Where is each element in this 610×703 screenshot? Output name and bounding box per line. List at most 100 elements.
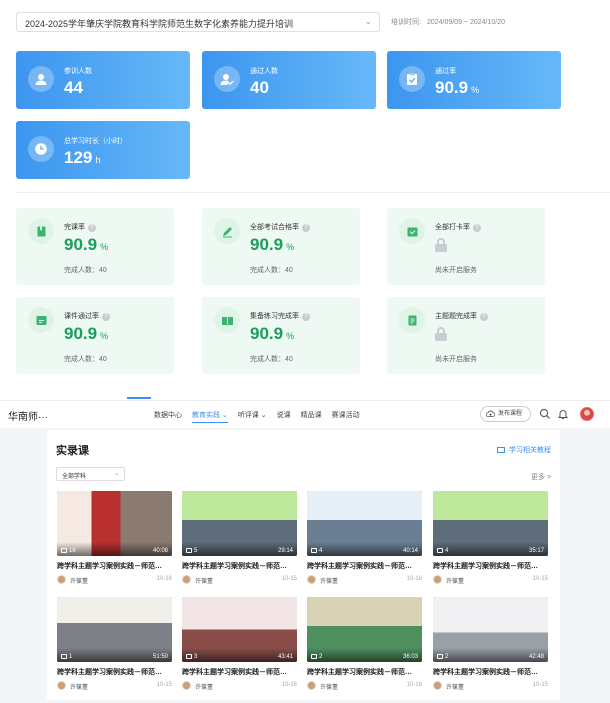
stat-value: 129 h [64,148,101,167]
cloud-upload-icon [486,410,495,417]
course-date: 10-16 [406,682,422,688]
recorded-lessons-panel: 实录课 学习相关教程 全部学科 ⌄ 更多 > 16 40:08 跨学科主题学习案例实… [47,430,560,700]
card-sub: 完成人数：40 [250,356,293,363]
card-label: 课件通过率 [64,313,99,320]
course-title[interactable]: 跨学科主题学习案例实践－师范… [182,561,297,571]
course-thumbnail[interactable]: 2 36:03 [307,597,422,662]
duration: 40:14 [402,548,418,554]
rate-card-checkin: 全部打卡率? 尚未开启服务 [387,208,545,285]
help-icon[interactable]: ? [302,313,310,321]
duration: 35:17 [528,548,544,554]
more-link[interactable]: 更多 > [531,472,551,482]
period-label: 培训时间: [391,19,421,26]
course-card[interactable]: 2 42:48 跨学科主题学习案例实践－师范… 许葆董 10-15 [433,597,548,691]
video-icon [437,654,443,659]
author-name: 许葆董 [446,579,465,585]
course-card[interactable]: 16 40:08 跨学科主题学习案例实践－师范… 许葆董 10-16 [57,491,172,585]
chevron-down-icon: ⌄ [364,16,372,26]
search-icon[interactable] [539,408,551,420]
clip-count: 4 [311,548,322,554]
person-icon [28,66,54,92]
nav-item-lesson-talk[interactable]: 说课 [277,410,291,423]
course-thumbnail[interactable]: 4 35:17 [433,491,548,556]
tutorial-link[interactable]: 学习相关教程 [497,445,551,455]
stat-card-pass-rate: 通过率 90.9% [387,51,561,109]
clip-count: 3 [186,654,197,660]
card-value: 90.9% [250,324,295,343]
author-avatar [307,681,316,690]
clip-count: 4 [437,548,448,554]
card-label: 全部考试合格率 [250,224,299,231]
author-avatar [182,681,191,690]
course-card[interactable]: 4 35:17 跨学科主题学习案例实践－师范… 许葆董 10-15 [433,491,548,585]
lock-icon [435,327,447,341]
clipboard-icon [399,66,425,92]
course-title[interactable]: 跨学科主题学习案例实践－师范… [57,667,172,677]
bell-icon[interactable] [557,408,569,420]
duration: 43:41 [277,654,293,660]
help-icon[interactable]: ? [88,224,96,232]
card-value: 90.9% [64,324,109,343]
course-title[interactable]: 跨学科主题学习案例实践－师范… [433,561,548,571]
pen-icon [214,218,240,244]
stat-card-study-hours: 总学习时长（小时） 129 h [16,121,190,179]
course-title[interactable]: 跨学科主题学习案例实践－师范… [307,667,422,677]
course-date: 10-15 [156,682,172,688]
help-icon[interactable]: ? [480,313,488,321]
stat-value: 90.9% [435,78,480,97]
author-avatar [433,681,442,690]
course-thumbnail[interactable]: 2 42:48 [433,597,548,662]
clock-icon [28,136,54,162]
rate-card-exam: 全部考试合格率? 90.9% 完成人数：40 [202,208,360,285]
course-date: 10-16 [406,576,422,582]
card-label: 全部打卡率 [435,224,470,231]
author-name: 许葆董 [446,685,465,691]
main-area: 实录课 学习相关教程 全部学科 ⌄ 更多 > 16 40:08 跨学科主题学习案例实… [0,428,610,703]
course-card[interactable]: 5 29:14 跨学科主题学习案例实践－师范… 许葆董 10-15 [182,491,297,585]
help-icon[interactable]: ? [302,224,310,232]
book-icon [28,218,54,244]
nav-item-observation[interactable]: 听评课 ⌄ [238,410,267,423]
nav-item-practice[interactable]: 教育实践 ⌄ [192,410,228,423]
nav-item-featured[interactable]: 精品课 [301,410,322,423]
course-thumbnail[interactable]: 1 51:50 [57,597,172,662]
course-thumbnail[interactable]: 4 40:14 [307,491,422,556]
course-title[interactable]: 跨学科主题学习案例实践－师范… [433,667,548,677]
course-thumbnail[interactable]: 5 29:14 [182,491,297,556]
stat-label: 总学习时长（小时） [64,138,127,145]
author-name: 许葆董 [320,579,339,585]
course-date: 10-15 [532,576,548,582]
help-icon[interactable]: ? [102,313,110,321]
course-card[interactable]: 3 43:41 跨学科主题学习案例实践－师范… 许葆董 10-16 [182,597,297,691]
stat-label: 参训人数 [64,68,92,75]
course-card[interactable]: 1 51:50 跨学科主题学习案例实践－师范… 许葆董 10-15 [57,597,172,691]
author-avatar [307,575,316,584]
course-title[interactable]: 跨学科主题学习案例实践－师范… [182,667,297,677]
clip-count: 2 [311,654,322,660]
training-select[interactable]: 2024-2025学年肇庆学院教育科学院师范生数字化素养能力提升培训 ⌄ [16,12,380,32]
video-icon [61,548,67,553]
nav-item-data-center[interactable]: 数据中心 [154,410,182,423]
course-title[interactable]: 跨学科主题学习案例实践－师范… [307,561,422,571]
divider [16,192,610,193]
help-icon[interactable]: ? [473,224,481,232]
card-value: 90.9% [250,235,295,254]
clip-count: 16 [61,548,76,554]
card-sub: 完成人数：40 [250,267,293,274]
publish-course-button[interactable]: 发布课程 [480,406,531,422]
user-avatar[interactable] [580,407,594,421]
card-sub: 尚未开启服务 [435,356,477,363]
subject-select[interactable]: 全部学科 ⌄ [56,467,125,481]
slides-icon [28,307,54,333]
course-thumbnail[interactable]: 16 40:08 [57,491,172,556]
book-icon [497,447,505,454]
brand-name[interactable]: 华南师··· [8,408,48,423]
course-card[interactable]: 2 36:03 跨学科主题学习案例实践－师范… 许葆董 10-16 [307,597,422,691]
nav-menu: 数据中心 教育实践 ⌄ 听评课 ⌄ 说课 精品课 赛课活动 [154,410,360,423]
nav-item-competition[interactable]: 赛课活动 [332,410,360,423]
course-title[interactable]: 跨学科主题学习案例实践－师范… [57,561,172,571]
course-thumbnail[interactable]: 3 43:41 [182,597,297,662]
stat-label: 通过人数 [250,68,278,75]
author-avatar [433,575,442,584]
course-card[interactable]: 4 40:14 跨学科主题学习案例实践－师范… 许葆董 10-16 [307,491,422,585]
